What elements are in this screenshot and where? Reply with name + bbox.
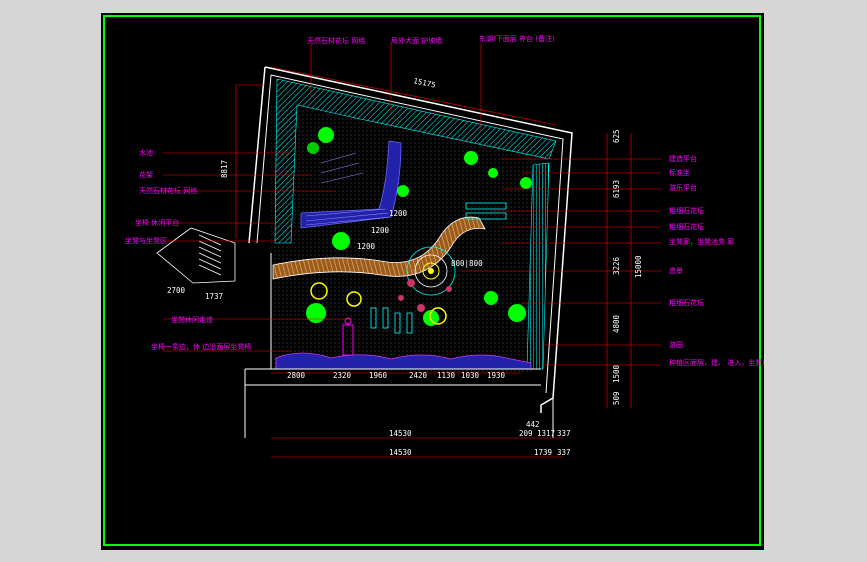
dim-right-v-1: 625 xyxy=(612,129,621,143)
dim-inner-1: 1200 xyxy=(389,209,408,218)
left-wall-inner xyxy=(256,74,272,244)
right-label-7: 造景 xyxy=(669,266,683,275)
dim-right-v-4: 4800 xyxy=(612,314,621,333)
right-label-10: 种植区面层，建、 进入，坐凳廊， 坐凳花坛 xyxy=(669,358,764,367)
left-label-4: 坐椅 休闲平台 xyxy=(135,218,179,227)
dim-top-overall: 15175 xyxy=(413,76,437,89)
dim-below-total-2: 14530 xyxy=(389,448,412,457)
garden-plan-drawing[interactable]: 天然石材花坛 网格 局外大面 护坡墙 东湖ℓ下面层 养台 (备注) 水池 花架 … xyxy=(101,13,764,550)
staircase xyxy=(156,227,236,284)
dim-bottom-2: 2320 xyxy=(333,371,352,380)
right-label-5: 粗细石花坛 xyxy=(669,222,704,231)
left-wall xyxy=(248,66,266,244)
dim-bottom-7: 1930 xyxy=(487,371,506,380)
right-label-1: 建造平台 xyxy=(669,154,697,163)
right-label-3: 游乐平台 xyxy=(669,183,697,192)
top-label-2: 局外大面 护坡墙 xyxy=(391,36,442,45)
top-label-1: 天然石材花坛 网格 xyxy=(307,36,365,45)
right-below-dims: 442 209 1317 337 1739 337 xyxy=(519,420,571,457)
dim-inner-ring: 800|800 xyxy=(451,259,483,268)
dim-right-total: 15000 xyxy=(634,255,643,278)
dim-inner-3: 1200 xyxy=(357,242,376,251)
bottom-dimension-row: 2800 2320 1960 2420 1130 1030 1930 xyxy=(287,371,506,380)
dim-inner-2: 1200 xyxy=(371,226,390,235)
dim-right-v-3: 3226 xyxy=(612,256,621,275)
dim-bottom-4: 2420 xyxy=(409,371,428,380)
left-label-3: 天然石材花坛 网格 xyxy=(139,186,197,195)
right-label-9: 游园 xyxy=(669,340,683,349)
dim-right-below-a-3: 1317 xyxy=(537,429,555,438)
right-label-6: 坐凳廊，坐凳池凳 廊 xyxy=(669,237,734,246)
left-label-6: 坐凳休闲走道 xyxy=(171,315,213,324)
right-vertical-dims: 625 6193 3226 4800 1500 509 15000 xyxy=(612,129,643,405)
dim-below-total-1: 14530 xyxy=(389,429,412,438)
cad-viewport[interactable]: 天然石材花坛 网格 局外大面 护坡墙 东湖ℓ下面层 养台 (备注) 水池 花架 … xyxy=(101,13,764,550)
dim-right-v-2: 6193 xyxy=(612,180,621,198)
dim-right-below-a-1: 442 xyxy=(526,420,540,429)
dim-stairs-b: 1737 xyxy=(205,292,223,301)
right-label-8: 粗细石花坛 xyxy=(669,298,704,307)
dim-bottom-1: 2800 xyxy=(287,371,306,380)
dim-right-below-a-4: 337 xyxy=(557,429,571,438)
left-label-5: 坐凳与坐凳区 xyxy=(125,236,167,245)
left-label-2: 花架 xyxy=(139,170,153,179)
left-label-7: 坐椅一条边，休 边沿面层坐凳椅 xyxy=(151,342,251,351)
dim-bottom-6: 1030 xyxy=(461,371,480,380)
dim-right-v-5: 1500 xyxy=(612,364,621,383)
dim-stairs-a: 2700 xyxy=(167,286,186,295)
top-label-3: 东湖ℓ下面层 养台 (备注) xyxy=(479,34,555,43)
dim-right-v-6: 509 xyxy=(612,391,621,405)
dim-right-below-a-2: 209 xyxy=(519,429,533,438)
right-label-4: 粗细石花坛 xyxy=(669,206,704,215)
dim-bottom-3: 1960 xyxy=(369,371,388,380)
right-label-2: 标准坐 xyxy=(669,168,690,177)
dim-right-below-b-2: 337 xyxy=(557,448,571,457)
dim-bottom-5: 1130 xyxy=(437,371,456,380)
dim-left-vertical: 8817 xyxy=(220,160,229,178)
dim-right-below-b-1: 1739 xyxy=(534,448,552,457)
left-label-1: 水池 xyxy=(139,148,153,157)
